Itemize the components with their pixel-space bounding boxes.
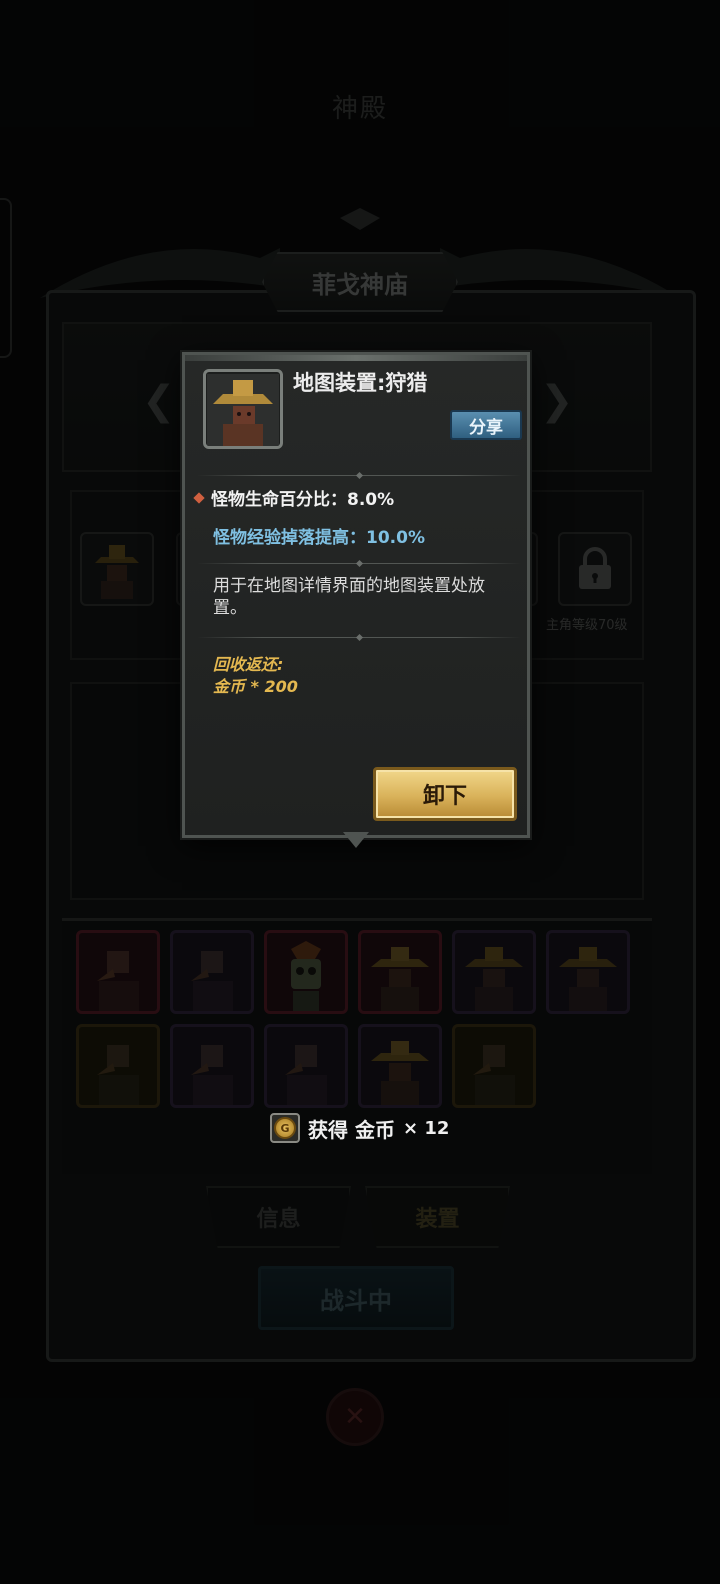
lock-icon — [579, 547, 611, 589]
divider — [197, 475, 521, 476]
inventory-item[interactable] — [546, 930, 630, 1014]
modal-top-rail — [185, 355, 527, 361]
recycle-value: 金币 * 200 — [213, 677, 298, 696]
plague-doctor-icon — [97, 951, 139, 1011]
side-drawer-handle[interactable] — [0, 198, 12, 358]
scarecrow-icon — [465, 947, 523, 1011]
inventory-item[interactable] — [170, 930, 254, 1014]
plague-doctor-icon — [191, 951, 233, 1011]
lock-requirement-label: 主角等级70级 — [546, 618, 628, 633]
item-description: 用于在地图详情界面的地图装置处放置。 — [213, 576, 485, 618]
reward-toast-count: × 12 — [402, 1117, 450, 1139]
inventory-item[interactable] — [76, 1024, 160, 1108]
reward-toast-text: 获得 金币 — [308, 1117, 395, 1142]
inventory-item[interactable] — [358, 930, 442, 1014]
inventory-item[interactable] — [452, 1024, 536, 1108]
tab-device[interactable]: 装置 — [365, 1186, 510, 1248]
inventory-item[interactable] — [76, 930, 160, 1014]
stat-exp-bonus: 怪物经验掉落提高：10.0% — [213, 528, 425, 548]
reward-toast: G 获得 金币 × 12 — [270, 1108, 490, 1148]
plague-doctor-icon — [97, 1045, 139, 1105]
inventory-item[interactable] — [452, 930, 536, 1014]
inventory-item[interactable] — [264, 930, 348, 1014]
scarecrow-icon — [559, 947, 617, 1011]
next-arrow-icon[interactable]: ❯ — [540, 378, 574, 424]
inventory-item[interactable] — [170, 1024, 254, 1108]
plague-doctor-icon — [285, 1045, 327, 1105]
location-header: 菲戈神庙 — [262, 252, 458, 312]
scarecrow-icon — [207, 374, 279, 446]
divider — [197, 637, 521, 638]
item-icon-frame — [203, 369, 283, 449]
scarecrow-icon — [371, 947, 429, 1011]
item-title: 地图装置:狩猎 — [293, 371, 428, 395]
modal-pointer — [343, 832, 369, 848]
unequip-button[interactable]: 卸下 — [373, 767, 517, 821]
inventory-item[interactable] — [358, 1024, 442, 1108]
plague-doctor-icon — [473, 1045, 515, 1105]
inventory-item[interactable] — [264, 1024, 348, 1108]
device-slot-locked — [558, 532, 632, 606]
stat-row-primary: 怪物生命百分比：8.0% — [193, 485, 395, 510]
recycle-label: 回收返还: — [213, 655, 284, 674]
divider — [197, 563, 521, 564]
stat-row-secondary: 怪物经验掉落提高：10.0% — [213, 523, 425, 548]
diamond-bullet-icon — [193, 491, 205, 504]
crossed-swords-icon[interactable]: ✕ — [326, 1388, 384, 1446]
plague-doctor-icon — [191, 1045, 233, 1105]
item-detail-modal: 地图装置:狩猎 分享 怪物生命百分比：8.0% 怪物经验掉落提高：10.0% 用… — [182, 352, 530, 838]
device-slot-1[interactable] — [80, 532, 154, 606]
bottom-tab-bar: 信息 装置 — [206, 1186, 510, 1248]
coin-icon-frame: G — [270, 1113, 300, 1143]
location-title: 菲戈神庙 — [312, 270, 408, 299]
stat-monster-hp: 怪物生命百分比：8.0% — [211, 490, 395, 510]
battle-button[interactable]: 战斗中 — [258, 1266, 454, 1330]
top-title: 神殿 — [331, 94, 388, 124]
scarecrow-icon — [95, 545, 139, 599]
share-button[interactable]: 分享 — [450, 410, 522, 440]
skull-totem-icon — [291, 941, 321, 1011]
tab-info[interactable]: 信息 — [206, 1186, 351, 1248]
scarecrow-icon — [371, 1041, 429, 1105]
gold-coin-icon: G — [274, 1117, 296, 1139]
prev-arrow-icon[interactable]: ❮ — [142, 378, 176, 424]
